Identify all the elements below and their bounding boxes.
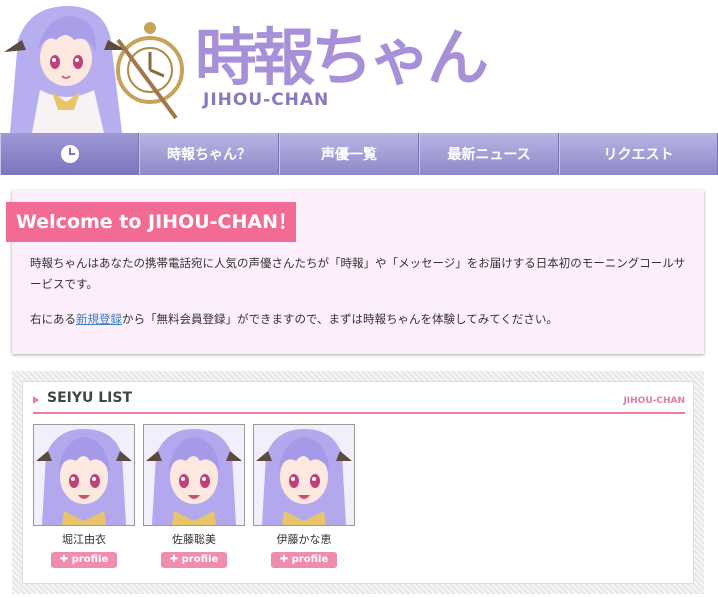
- welcome-banner: Welcome to JIHOU-CHAN！: [6, 202, 297, 242]
- arrow-icon: [33, 396, 39, 404]
- mascot-illustration: [4, 5, 184, 133]
- profile-button[interactable]: ✚ profile: [161, 552, 227, 568]
- seiyu-card: 佐藤聡美 ✚ profile: [143, 424, 245, 568]
- seiyu-list-header: SEIYU LIST JIHOU-CHAN: [33, 390, 685, 414]
- seiyu-card: 堀江由衣 ✚ profile: [33, 424, 135, 568]
- welcome-box: Welcome to JIHOU-CHAN！ 時報ちゃんはあなたの携帯電話宛に人…: [6, 190, 704, 354]
- clock-icon: [60, 145, 79, 163]
- nav-home[interactable]: [0, 133, 139, 175]
- seiyu-list-inner: SEIYU LIST JIHOU-CHAN 堀江由衣 ✚ profile 佐藤聡…: [22, 381, 694, 584]
- profile-button-label: profile: [71, 554, 109, 565]
- welcome-paragraph-2: 右にある新規登録から「無料会員登録」ができますので、まずは時報ちゃんを体験してみ…: [30, 311, 558, 327]
- paragraph-2-before: 右にある: [30, 312, 76, 326]
- profile-button-label: profile: [181, 554, 219, 565]
- profile-button[interactable]: ✚ profile: [51, 552, 117, 568]
- nav-item-request[interactable]: リクエスト: [559, 133, 718, 175]
- seiyu-list-panel: SEIYU LIST JIHOU-CHAN 堀江由衣 ✚ profile 佐藤聡…: [12, 371, 704, 594]
- user-plus-icon: ✚: [279, 554, 289, 565]
- logo-english: JIHOU-CHAN: [203, 90, 330, 110]
- seiyu-card: 伊藤かな恵 ✚ profile: [253, 424, 355, 568]
- site-header: 時報ちゃん JIHOU-CHAN: [0, 0, 718, 133]
- user-plus-icon: ✚: [59, 554, 69, 565]
- profile-button[interactable]: ✚ profile: [271, 552, 337, 568]
- register-link[interactable]: 新規登録: [76, 312, 122, 326]
- character-portrait: [146, 429, 242, 525]
- paragraph-2-after: から「無料会員登録」ができますので、まずは時報ちゃんを体験してみてください。: [122, 312, 558, 326]
- seiyu-name: 堀江由衣: [62, 533, 106, 546]
- seiyu-name: 佐藤聡美: [172, 533, 216, 546]
- seiyu-name: 伊藤かな恵: [276, 533, 332, 546]
- seiyu-photo[interactable]: [33, 424, 135, 526]
- character-portrait: [36, 429, 132, 525]
- profile-button-label: profile: [291, 554, 329, 565]
- nav-item-seiyu-list[interactable]: 声優一覧: [279, 133, 419, 175]
- welcome-paragraph-1: 時報ちゃんはあなたの携帯電話宛に人気の声優さんたちが「時報」や「メッセージ」をお…: [30, 256, 686, 291]
- nav-item-about[interactable]: 時報ちゃん？: [139, 133, 279, 175]
- site-logo[interactable]: 時報ちゃん JIHOU-CHAN: [195, 18, 495, 118]
- main-nav: 時報ちゃん？ 声優一覧 最新ニュース リクエスト: [0, 133, 718, 175]
- seiyu-photo[interactable]: [253, 424, 355, 526]
- character-portrait: [256, 429, 352, 525]
- nav-item-news[interactable]: 最新ニュース: [419, 133, 559, 175]
- seiyu-list-title: SEIYU LIST: [47, 390, 132, 406]
- seiyu-photo[interactable]: [143, 424, 245, 526]
- seiyu-list-brand: JIHOU-CHAN: [623, 396, 685, 406]
- logo-japanese: 時報ちゃん: [195, 21, 489, 94]
- user-plus-icon: ✚: [169, 554, 179, 565]
